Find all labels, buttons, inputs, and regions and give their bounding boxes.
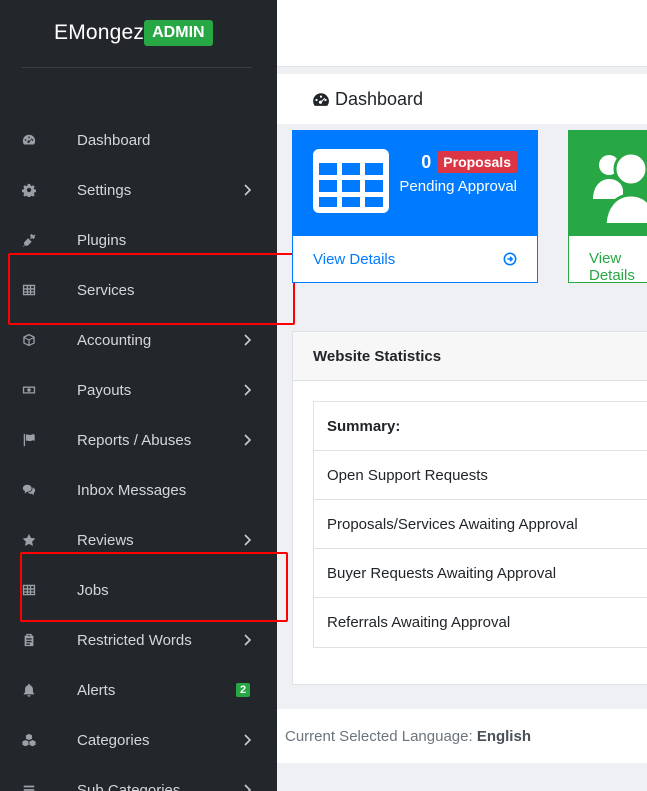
- sidebar-item-payouts[interactable]: Payouts: [0, 365, 277, 415]
- chevron-right-icon: [243, 783, 253, 791]
- sidebar-item-restricted-words[interactable]: Restricted Words: [0, 615, 277, 665]
- table-icon: [20, 281, 38, 299]
- chevron-right-icon: [243, 733, 253, 747]
- website-statistics-card: Website Statistics Summary: Open Support…: [292, 331, 647, 685]
- chevron-right-icon: [243, 383, 253, 397]
- money-icon: [20, 381, 38, 399]
- bell-icon: [20, 681, 38, 699]
- arrow-circle-right-icon: [503, 252, 517, 266]
- users-card: View Details: [568, 130, 647, 284]
- list-icon: [20, 781, 38, 791]
- sidebar-item-label: Jobs: [77, 581, 109, 599]
- table-row: Referrals Awaiting Approval: [314, 598, 647, 647]
- sidebar-item-alerts[interactable]: Alerts 2: [0, 665, 277, 715]
- brand-name: EMongez: [54, 21, 145, 44]
- sidebar-item-label: Accounting: [77, 331, 152, 349]
- language-value: English: [476, 728, 531, 745]
- sidebar-item-plugins[interactable]: Plugins: [0, 215, 277, 265]
- table-row: Summary:: [314, 402, 647, 451]
- view-details-link[interactable]: View Details: [589, 250, 647, 284]
- proposals-card-header: 0 Proposals Pending Approval: [293, 131, 537, 236]
- proposals-count-value: 0: [421, 151, 432, 172]
- sidebar-item-jobs[interactable]: Jobs: [0, 565, 277, 615]
- tachometer-icon: [20, 131, 38, 149]
- star-icon: [20, 531, 38, 549]
- sidebar-item-label: Payouts: [77, 381, 132, 399]
- sidebar-item-services[interactable]: Services: [0, 265, 277, 315]
- language-label: Current Selected Language:: [285, 728, 473, 745]
- flag-icon: [20, 431, 38, 449]
- proposals-count: 0 Proposals: [421, 151, 517, 173]
- sidebar-item-categories[interactable]: Categories: [0, 715, 277, 765]
- cubes-icon: [20, 731, 38, 749]
- stats-title: Website Statistics: [313, 348, 442, 365]
- stats-row-label: Buyer Requests Awaiting Approval: [327, 565, 557, 582]
- page-header: Dashboard: [277, 74, 647, 124]
- users-icon: [593, 151, 647, 223]
- admin-badge: ADMIN: [144, 20, 213, 46]
- table-icon: [313, 149, 389, 213]
- sidebar-item-label: Categories: [77, 731, 150, 749]
- view-details-link[interactable]: View Details: [313, 251, 395, 268]
- page-title: Dashboard: [312, 89, 423, 110]
- sidebar: EMongez ADMIN Dashboard Settings Plugins…: [0, 0, 277, 791]
- proposals-subtitle: Pending Approval: [399, 178, 517, 195]
- sidebar-item-inbox-messages[interactable]: Inbox Messages: [0, 465, 277, 515]
- sidebar-item-label: Settings: [77, 181, 132, 199]
- sidebar-item-dashboard[interactable]: Dashboard: [0, 115, 277, 165]
- alerts-count-badge: 2: [236, 683, 251, 697]
- brand[interactable]: EMongez ADMIN: [0, 0, 277, 68]
- stats-table: Summary: Open Support Requests Proposals…: [313, 401, 647, 648]
- sidebar-item-reviews[interactable]: Reviews: [0, 515, 277, 565]
- users-view-details[interactable]: View Details: [569, 236, 647, 284]
- table-row: Proposals/Services Awaiting Approval: [314, 500, 647, 549]
- footer: Current Selected Language: English: [277, 709, 647, 763]
- cube-icon: [20, 331, 38, 349]
- stats-header: Website Statistics: [293, 332, 647, 381]
- chevron-right-icon: [243, 633, 253, 647]
- topbar: [277, 0, 647, 67]
- table-icon: [20, 581, 38, 599]
- comments-icon: [20, 481, 38, 499]
- plug-icon: [20, 231, 38, 249]
- table-row: Buyer Requests Awaiting Approval: [314, 549, 647, 598]
- chevron-right-icon: [243, 533, 253, 547]
- tachometer-icon: [313, 92, 329, 106]
- table-row: Open Support Requests: [314, 451, 647, 500]
- sidebar-item-label: Plugins: [77, 231, 127, 249]
- sidebar-item-sub-categories[interactable]: Sub Categories: [0, 765, 277, 791]
- page-title-text: Dashboard: [335, 89, 424, 109]
- sidebar-item-settings[interactable]: Settings: [0, 165, 277, 215]
- stats-row-label: Referrals Awaiting Approval: [327, 614, 511, 631]
- sidebar-item-label: Services: [77, 281, 135, 299]
- summary-header: Summary:: [327, 418, 401, 435]
- sidebar-item-accounting[interactable]: Accounting: [0, 315, 277, 365]
- sidebar-item-label: Inbox Messages: [77, 481, 187, 499]
- sidebar-item-reports[interactable]: Reports / Abuses: [0, 415, 277, 465]
- clipboard-icon: [20, 631, 38, 649]
- sidebar-item-label: Restricted Words: [77, 631, 192, 649]
- users-card-header: [569, 131, 647, 236]
- cog-icon: [20, 181, 38, 199]
- stats-row-label: Open Support Requests: [327, 467, 488, 484]
- proposals-card: 0 Proposals Pending Approval View Detail…: [292, 130, 538, 283]
- chevron-right-icon: [243, 183, 253, 197]
- stats-row-label: Proposals/Services Awaiting Approval: [327, 516, 578, 533]
- proposals-view-details[interactable]: View Details: [293, 236, 537, 282]
- chevron-right-icon: [243, 433, 253, 447]
- sidebar-item-label: Reports / Abuses: [77, 431, 192, 449]
- brand-divider: [22, 67, 252, 68]
- sidebar-item-label: Reviews: [77, 531, 134, 549]
- sidebar-item-label: Sub Categories: [77, 781, 181, 791]
- sidebar-item-label: Dashboard: [77, 131, 151, 149]
- chevron-right-icon: [243, 333, 253, 347]
- proposals-tag: Proposals: [437, 151, 517, 173]
- language-status: Current Selected Language: English: [285, 728, 531, 745]
- sidebar-item-label: Alerts: [77, 681, 116, 699]
